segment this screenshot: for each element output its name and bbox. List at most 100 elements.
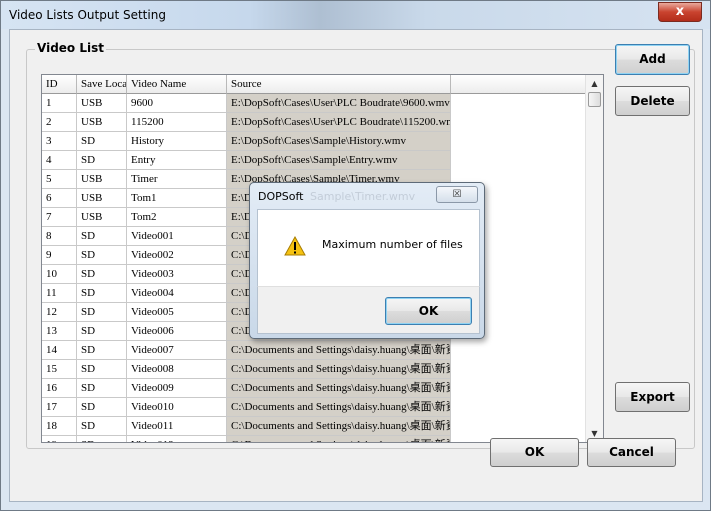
row-id-cell[interactable]: 10 (42, 265, 77, 284)
row-name-cell[interactable]: Video010 (127, 398, 227, 417)
dialog-close-button[interactable]: ☒ (436, 186, 478, 203)
row-source-cell[interactable]: E:\DopSoft\Cases\Sample\History.wmv (227, 132, 451, 151)
row-id-cell[interactable]: 13 (42, 322, 77, 341)
row-source-cell[interactable]: E:\DopSoft\Cases\User\PLC Boudrate\9600.… (227, 94, 451, 113)
row-name-cell[interactable]: Video011 (127, 417, 227, 436)
column-header-blank (451, 75, 585, 94)
row-id-cell[interactable]: 7 (42, 208, 77, 227)
row-name-cell[interactable]: 9600 (127, 94, 227, 113)
row-id-cell[interactable]: 15 (42, 360, 77, 379)
warning-icon (284, 236, 306, 256)
column-header-id[interactable]: ID (42, 75, 77, 94)
export-button[interactable]: Export (615, 382, 690, 412)
row-source-cell[interactable]: C:\Documents and Settings\daisy.huang\桌面… (227, 417, 451, 436)
row-id-cell[interactable]: 3 (42, 132, 77, 151)
grid-header: ID Save Local Video Name Source (42, 75, 585, 94)
row-blank-cell (451, 94, 585, 113)
row-name-cell[interactable]: Video005 (127, 303, 227, 322)
table-row[interactable]: 2 USB 115200 E:\DopSoft\Cases\User\PLC Boud… (42, 113, 585, 132)
column-header-video-name[interactable]: Video Name (127, 75, 227, 94)
row-source-cell[interactable]: C:\Documents and Settings\daisy.huang\桌面… (227, 341, 451, 360)
dialog-title: DOPSoft (258, 190, 304, 203)
table-row[interactable]: 15 SD Video008 C:\Documents and Settings\da… (42, 360, 585, 379)
column-header-source[interactable]: Source (227, 75, 451, 94)
window-close-button[interactable]: x (658, 2, 702, 22)
row-save-cell[interactable]: SD (77, 265, 127, 284)
row-save-cell[interactable]: USB (77, 189, 127, 208)
table-row[interactable]: 1 USB 9600 E:\DopSoft\Cases\User\PLC Boudra… (42, 94, 585, 113)
row-source-cell[interactable]: C:\Documents and Settings\daisy.huang\桌面… (227, 360, 451, 379)
row-blank-cell (451, 341, 585, 360)
table-row[interactable]: 14 SD Video007 C:\Documents and Settings\da… (42, 341, 585, 360)
table-row[interactable]: 3 SD History E:\DopSoft\Cases\Sample\Histor… (42, 132, 585, 151)
row-id-cell[interactable]: 17 (42, 398, 77, 417)
row-source-cell[interactable]: C:\Documents and Settings\daisy.huang\桌面… (227, 436, 451, 442)
row-name-cell[interactable]: Tom1 (127, 189, 227, 208)
table-row[interactable]: 4 SD Entry E:\DopSoft\Cases\Sample\Entry.wm… (42, 151, 585, 170)
add-button[interactable]: Add (615, 44, 690, 75)
title-bar[interactable]: Video Lists Output Setting x (1, 1, 710, 29)
row-id-cell[interactable]: 19 (42, 436, 77, 442)
row-save-cell[interactable]: USB (77, 170, 127, 189)
row-id-cell[interactable]: 2 (42, 113, 77, 132)
row-id-cell[interactable]: 1 (42, 94, 77, 113)
row-id-cell[interactable]: 6 (42, 189, 77, 208)
dialog-ok-button[interactable]: OK (385, 297, 472, 325)
row-name-cell[interactable]: Video006 (127, 322, 227, 341)
row-name-cell[interactable]: Video004 (127, 284, 227, 303)
row-save-cell[interactable]: SD (77, 227, 127, 246)
row-save-cell[interactable]: USB (77, 113, 127, 132)
row-save-cell[interactable]: SD (77, 246, 127, 265)
row-id-cell[interactable]: 4 (42, 151, 77, 170)
table-row[interactable]: 16 SD Video009 C:\Documents and Settings\da… (42, 379, 585, 398)
row-name-cell[interactable]: Video007 (127, 341, 227, 360)
row-name-cell[interactable]: Video001 (127, 227, 227, 246)
row-source-cell[interactable]: E:\DopSoft\Cases\User\PLC Boudrate\11520… (227, 113, 451, 132)
row-name-cell[interactable]: Timer (127, 170, 227, 189)
row-save-cell[interactable]: SD (77, 379, 127, 398)
row-name-cell[interactable]: Video003 (127, 265, 227, 284)
row-source-cell[interactable]: C:\Documents and Settings\daisy.huang\桌面… (227, 398, 451, 417)
row-id-cell[interactable]: 11 (42, 284, 77, 303)
row-id-cell[interactable]: 8 (42, 227, 77, 246)
row-name-cell[interactable]: 115200 (127, 113, 227, 132)
row-source-cell[interactable]: C:\Documents and Settings\daisy.huang\桌面… (227, 379, 451, 398)
column-header-save-local[interactable]: Save Local (77, 75, 127, 94)
row-name-cell[interactable]: Entry (127, 151, 227, 170)
table-row[interactable]: 18 SD Video011 C:\Documents and Settings\da… (42, 417, 585, 436)
row-id-cell[interactable]: 16 (42, 379, 77, 398)
row-save-cell[interactable]: SD (77, 303, 127, 322)
scroll-up-icon[interactable]: ▲ (586, 75, 603, 92)
table-row[interactable]: 17 SD Video010 C:\Documents and Settings\da… (42, 398, 585, 417)
dialog-title-ghost-text: Sample\Timer.wmv (310, 190, 416, 203)
row-name-cell[interactable]: Video009 (127, 379, 227, 398)
row-save-cell[interactable]: SD (77, 151, 127, 170)
row-id-cell[interactable]: 14 (42, 341, 77, 360)
row-blank-cell (451, 398, 585, 417)
row-save-cell[interactable]: SD (77, 284, 127, 303)
row-save-cell[interactable]: USB (77, 208, 127, 227)
row-id-cell[interactable]: 18 (42, 417, 77, 436)
row-save-cell[interactable]: USB (77, 94, 127, 113)
scroll-thumb[interactable] (588, 92, 601, 107)
row-id-cell[interactable]: 5 (42, 170, 77, 189)
row-save-cell[interactable]: SD (77, 322, 127, 341)
row-source-cell[interactable]: E:\DopSoft\Cases\Sample\Entry.wmv (227, 151, 451, 170)
row-id-cell[interactable]: 9 (42, 246, 77, 265)
row-save-cell[interactable]: SD (77, 417, 127, 436)
row-save-cell[interactable]: SD (77, 132, 127, 151)
row-save-cell[interactable]: SD (77, 398, 127, 417)
row-name-cell[interactable]: Video002 (127, 246, 227, 265)
row-name-cell[interactable]: Video012 (127, 436, 227, 442)
vertical-scrollbar[interactable]: ▲ ▼ (585, 75, 603, 442)
row-save-cell[interactable]: SD (77, 360, 127, 379)
row-id-cell[interactable]: 12 (42, 303, 77, 322)
ok-button[interactable]: OK (490, 438, 579, 467)
row-name-cell[interactable]: Tom2 (127, 208, 227, 227)
cancel-button[interactable]: Cancel (587, 438, 676, 467)
row-name-cell[interactable]: History (127, 132, 227, 151)
row-name-cell[interactable]: Video008 (127, 360, 227, 379)
delete-button[interactable]: Delete (615, 86, 690, 116)
row-save-cell[interactable]: SD (77, 341, 127, 360)
row-save-cell[interactable]: SD (77, 436, 127, 442)
